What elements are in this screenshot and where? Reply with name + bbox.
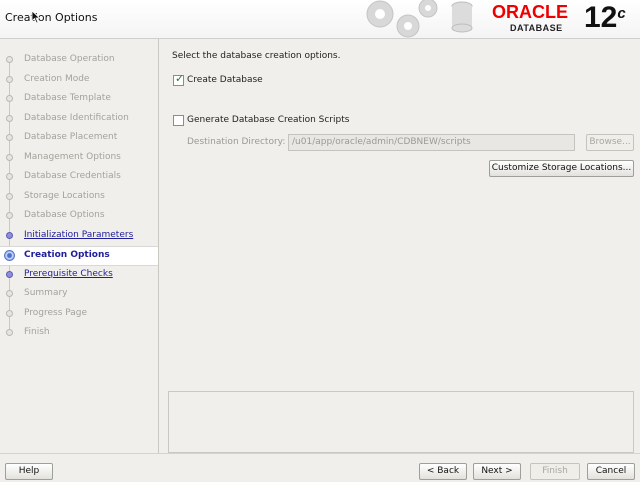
step-label: Initialization Parameters bbox=[24, 229, 134, 240]
database-wordmark: DATABASE bbox=[510, 23, 563, 33]
step-indicator-icon bbox=[6, 192, 13, 200]
instruction-text: Select the database creation options. bbox=[172, 51, 341, 61]
steps-sidebar: Database Operation Creation Mode Database … bbox=[0, 39, 159, 453]
browse-button[interactable]: Browse... bbox=[586, 134, 634, 151]
step-item: Database Placement bbox=[0, 129, 158, 147]
help-button[interactable]: Help bbox=[5, 463, 53, 480]
oracle-wordmark: ORACLE bbox=[492, 2, 568, 22]
step-item[interactable]: Creation Options bbox=[0, 246, 158, 266]
step-item: Management Options bbox=[0, 149, 158, 167]
step-label: Summary bbox=[24, 288, 68, 298]
version-suffix: c bbox=[617, 5, 626, 22]
step-indicator-icon bbox=[6, 290, 13, 297]
customize-storage-button[interactable]: Customize Storage Locations... bbox=[489, 160, 634, 177]
step-label: Database Operation bbox=[24, 54, 115, 64]
destination-directory-label: Destination Directory: bbox=[187, 137, 286, 147]
step-indicator-icon bbox=[6, 212, 13, 219]
step-indicator-icon bbox=[6, 329, 13, 336]
cancel-button[interactable]: Cancel bbox=[587, 463, 635, 480]
step-indicator-icon bbox=[6, 231, 13, 239]
finish-button[interactable]: Finish bbox=[530, 463, 580, 480]
step-indicator-icon bbox=[6, 134, 13, 141]
back-button[interactable]: < Back bbox=[419, 463, 467, 480]
step-label: Storage Locations bbox=[24, 190, 105, 201]
step-indicator-icon bbox=[6, 114, 13, 122]
step-item: Database Identification bbox=[0, 110, 158, 128]
step-label: Management Options bbox=[24, 151, 121, 162]
destination-directory-input[interactable]: /u01/app/oracle/admin/CDBNEW/scripts bbox=[288, 134, 575, 151]
step-label: Database Options bbox=[24, 210, 105, 220]
step-indicator-icon bbox=[6, 75, 13, 83]
messages-pane bbox=[168, 391, 634, 453]
gears-graphic-icon bbox=[366, 0, 473, 38]
window-header: Creation Options ORACLE DATABASE 12c bbox=[0, 0, 640, 39]
step-item: Database Template bbox=[0, 90, 158, 108]
step-item: Storage Locations bbox=[0, 188, 158, 206]
step-indicator-icon bbox=[6, 309, 13, 317]
step-label: Progress Page bbox=[24, 307, 88, 318]
step-label: Finish bbox=[24, 327, 50, 337]
step-item[interactable]: Initialization Parameters bbox=[0, 227, 158, 245]
step-indicator-icon bbox=[6, 270, 13, 278]
oracle-logo: ORACLE DATABASE bbox=[492, 2, 582, 36]
step-indicator-icon bbox=[6, 95, 13, 102]
step-indicator-icon bbox=[6, 56, 13, 63]
step-label: Creation Mode bbox=[24, 73, 90, 84]
page-title: Creation Options bbox=[5, 11, 98, 24]
generate-scripts-checkbox[interactable] bbox=[173, 115, 184, 126]
create-database-label: Create Database bbox=[187, 75, 263, 85]
step-item: Database Operation bbox=[0, 51, 158, 69]
checkmark-icon: ✓ bbox=[175, 72, 185, 85]
next-button[interactable]: Next > bbox=[473, 463, 521, 480]
step-item: Finish bbox=[0, 324, 158, 342]
step-label: Database Placement bbox=[24, 132, 118, 142]
step-item: Database Options bbox=[0, 207, 158, 225]
create-database-checkbox[interactable]: ✓ bbox=[173, 72, 185, 86]
step-item: Progress Page bbox=[0, 305, 158, 323]
footer-bar: Help < Back Next > Finish Cancel bbox=[0, 453, 640, 482]
step-item: Creation Mode bbox=[0, 71, 158, 89]
step-indicator-icon bbox=[4, 250, 15, 261]
step-label: Database Template bbox=[24, 93, 111, 103]
main-panel: Select the database creation options. ✓ … bbox=[159, 39, 640, 453]
step-item[interactable]: Prerequisite Checks bbox=[0, 266, 158, 284]
step-indicator-icon bbox=[6, 173, 13, 180]
mouse-cursor-icon bbox=[31, 10, 41, 24]
generate-scripts-label: Generate Database Creation Scripts bbox=[187, 115, 350, 125]
step-label: Database Credentials bbox=[24, 171, 121, 181]
version-badge: 12c bbox=[584, 0, 626, 36]
step-label: Prerequisite Checks bbox=[24, 268, 113, 279]
step-item: Database Credentials bbox=[0, 168, 158, 186]
step-label: Database Identification bbox=[24, 112, 129, 123]
step-label: Creation Options bbox=[24, 250, 110, 260]
version-number: 12 bbox=[584, 1, 618, 34]
step-indicator-icon bbox=[6, 153, 13, 161]
step-item: Summary bbox=[0, 285, 158, 303]
